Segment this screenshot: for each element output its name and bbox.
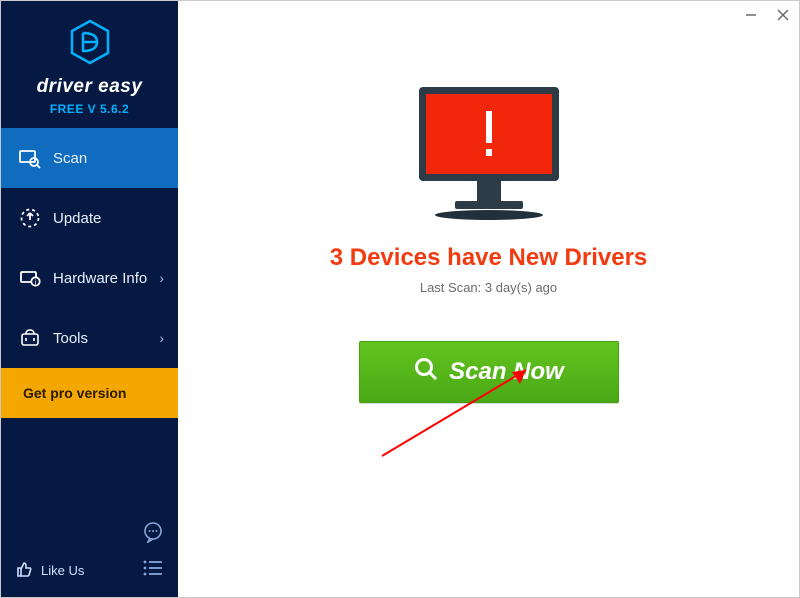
nav: Scan Update i	[1, 128, 178, 418]
alert-monitor-icon	[411, 81, 567, 226]
chevron-right-icon: ›	[159, 330, 164, 346]
like-us-label: Like Us	[41, 563, 84, 578]
brand-name: driver easy	[1, 76, 178, 98]
brand-logo-icon	[67, 52, 113, 69]
bottom-icons	[142, 521, 164, 581]
last-scan-text: Last Scan: 3 day(s) ago	[420, 280, 557, 295]
nav-update-label: Update	[53, 210, 101, 227]
nav-tools[interactable]: Tools ›	[1, 308, 178, 368]
main-center: 3 Devices have New Drivers Last Scan: 3 …	[178, 1, 799, 597]
headline: 3 Devices have New Drivers	[330, 244, 648, 272]
nav-tools-label: Tools	[53, 330, 88, 347]
nav-hardware[interactable]: i Hardware Info ›	[1, 248, 178, 308]
search-icon	[413, 356, 439, 389]
scan-now-button[interactable]: Scan Now	[359, 341, 619, 403]
menu-list-icon[interactable]	[142, 560, 164, 581]
scan-icon	[19, 147, 41, 169]
nav-update[interactable]: Update	[1, 188, 178, 248]
sidebar-spacer	[1, 418, 178, 513]
app-window: driver easy FREE V 5.6.2 Scan	[0, 0, 800, 598]
window-controls	[735, 1, 799, 29]
sidebar: driver easy FREE V 5.6.2 Scan	[1, 1, 178, 597]
sidebar-bottom: Like Us	[1, 513, 178, 597]
like-us[interactable]: Like Us	[15, 560, 84, 581]
nav-scan[interactable]: Scan	[1, 128, 178, 188]
main-panel: 3 Devices have New Drivers Last Scan: 3 …	[178, 1, 799, 597]
tools-icon	[19, 327, 41, 349]
chevron-right-icon: ›	[159, 270, 164, 286]
scan-now-label: Scan Now	[449, 358, 564, 386]
hardware-icon: i	[19, 267, 41, 289]
update-icon	[19, 207, 41, 229]
brand-block: driver easy FREE V 5.6.2	[1, 1, 178, 128]
nav-scan-label: Scan	[53, 150, 87, 167]
nav-pro-label: Get pro version	[23, 385, 126, 401]
close-button[interactable]	[767, 1, 799, 29]
nav-hardware-label: Hardware Info	[53, 270, 147, 287]
feedback-icon[interactable]	[142, 521, 164, 548]
minimize-button[interactable]	[735, 1, 767, 29]
thumbs-up-icon	[15, 560, 33, 581]
brand-version: FREE V 5.6.2	[1, 102, 178, 116]
nav-pro[interactable]: Get pro version	[1, 368, 178, 418]
